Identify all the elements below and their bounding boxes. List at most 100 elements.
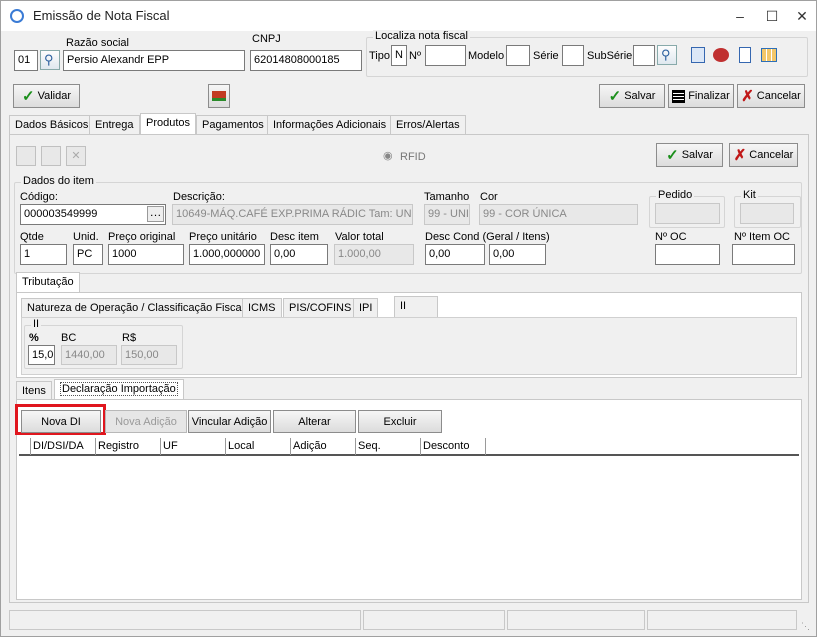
ii-group-label: II — [31, 318, 42, 330]
serie-field[interactable] — [562, 45, 584, 66]
modelo-field[interactable] — [506, 45, 530, 66]
preco-original-field[interactable]: 1000 — [108, 244, 184, 265]
validar-button[interactable]: ✓ Validar — [13, 84, 80, 108]
tributacao-subtabs: Natureza de Operação / Classificação Fis… — [21, 296, 801, 318]
salvar-label: Salvar — [624, 90, 656, 102]
numero-label: Nº — [409, 50, 421, 62]
rfid-label[interactable]: RFID — [400, 151, 426, 163]
col-adicao[interactable]: Adição — [291, 438, 356, 455]
descricao-field: 10649-MÁQ.CAFÉ EXP.PRIMA RÁDIC Tam: UNI — [172, 204, 413, 225]
maximize-icon[interactable]: ☐ — [757, 1, 787, 31]
pct-label: % — [29, 332, 39, 344]
preco-unitario-field[interactable]: 1.000,000000 — [189, 244, 265, 265]
tab-declaracao-importacao-label: Declaração Importação — [60, 382, 178, 396]
qtde-field[interactable]: 1 — [20, 244, 67, 265]
grid-icon[interactable] — [761, 48, 777, 62]
new-item-icon[interactable] — [16, 146, 36, 166]
tab-pagamentos[interactable]: Pagamentos — [196, 115, 270, 134]
title-bar: Emissão de Nota Fiscal – ☐ ✕ — [1, 1, 816, 31]
desc-item-field[interactable]: 0,00 — [270, 244, 328, 265]
col-uf[interactable]: UF — [161, 438, 226, 455]
tipo-field[interactable]: N — [391, 45, 407, 66]
col-registro[interactable]: Registro — [96, 438, 161, 455]
desc-cond-itens-field[interactable]: 0,00 — [489, 244, 546, 265]
status-segment-4 — [647, 610, 797, 630]
qtde-label: Qtde — [20, 231, 44, 243]
col-desconto[interactable]: Desconto — [421, 438, 486, 455]
codigo-lookup-button[interactable]: … — [147, 206, 164, 222]
nova-adicao-button: Nova Adição — [105, 410, 187, 433]
tab-produtos[interactable]: Produtos — [140, 113, 197, 134]
col-di-dsi-da[interactable]: DI/DSI/DA — [31, 438, 96, 455]
tab-declaracao-importacao[interactable]: Declaração Importação — [54, 379, 184, 400]
resize-grip-icon[interactable]: ⋱ — [801, 621, 810, 632]
num-item-oc-label: Nº Item OC — [734, 231, 790, 243]
stamp-icon[interactable] — [713, 48, 729, 62]
item-salvar-button[interactable]: ✓ Salvar — [656, 143, 723, 167]
localiza-search-button[interactable]: ⚲ — [657, 45, 677, 65]
checkmark-icon: ✓ — [21, 88, 35, 105]
subtab-natureza[interactable]: Natureza de Operação / Classificação Fis… — [21, 298, 251, 317]
window-title: Emissão de Nota Fiscal — [33, 8, 170, 23]
cancelar-button[interactable]: ✗ Cancelar — [737, 84, 805, 108]
item-cancelar-button[interactable]: ✗ Cancelar — [729, 143, 798, 167]
di-grid[interactable]: DI/DSI/DA Registro UF Local Adição Seq. … — [19, 438, 799, 596]
dados-item-label: Dados do item — [21, 175, 96, 187]
codigo-field[interactable]: 000003549999 — [20, 204, 166, 225]
valor-total-label: Valor total — [335, 231, 384, 243]
minimize-icon[interactable]: – — [725, 1, 755, 31]
subserie-field[interactable] — [633, 45, 655, 66]
copy-note-icon[interactable] — [691, 47, 705, 63]
pct-field[interactable]: 15,0 — [28, 345, 55, 365]
unid-field[interactable]: PC — [73, 244, 103, 265]
excluir-button[interactable]: Excluir — [358, 410, 442, 433]
delete-item-icon[interactable]: ✕ — [66, 146, 86, 166]
truck-button[interactable] — [208, 84, 230, 108]
tipo-label: Tipo — [369, 50, 390, 62]
subtab-pis-cofins[interactable]: PIS/COFINS — [283, 298, 358, 317]
desc-cond-label: Desc Cond (Geral / Itens) — [425, 231, 550, 243]
search-icon: ⚲ — [44, 52, 54, 67]
status-segment-1 — [9, 610, 361, 630]
num-oc-field[interactable] — [655, 244, 720, 265]
tamanho-field: 99 - UNI — [424, 204, 470, 225]
col-seq[interactable]: Seq. — [356, 438, 421, 455]
edit-item-icon[interactable] — [41, 146, 61, 166]
subtab-icms[interactable]: ICMS — [242, 298, 282, 317]
finalizar-label: Finalizar — [688, 90, 730, 102]
razao-social-field[interactable]: Persio Alexandr EPP — [63, 50, 245, 71]
tab-entrega[interactable]: Entrega — [89, 115, 140, 134]
col-local[interactable]: Local — [226, 438, 291, 455]
company-code-field[interactable]: 01 — [14, 50, 38, 71]
nova-di-button[interactable]: Nova DI — [21, 410, 101, 433]
salvar-button[interactable]: ✓ Salvar — [599, 84, 665, 108]
tab-itens[interactable]: Itens — [16, 381, 52, 400]
rfid-icon[interactable]: ◉ — [383, 149, 395, 163]
subtab-ipi[interactable]: IPI — [353, 298, 379, 317]
descricao-label: Descrição: — [173, 191, 225, 203]
cnpj-field[interactable]: 62014808000185 — [250, 50, 362, 71]
tab-tributacao[interactable]: Tributação — [16, 272, 80, 293]
numero-field[interactable] — [425, 45, 466, 66]
tab-dados-basicos[interactable]: Dados Básicos — [9, 115, 95, 134]
subtab-ii[interactable]: II — [394, 296, 438, 317]
desc-cond-geral-field[interactable]: 0,00 — [425, 244, 485, 265]
kit-label: Kit — [741, 189, 758, 201]
tab-erros-alertas[interactable]: Erros/Alertas — [390, 115, 466, 134]
cancel-x-icon: ✗ — [733, 147, 747, 164]
tab-informacoes-adicionais[interactable]: Informações Adicionais — [267, 115, 393, 134]
checkmark-icon: ✓ — [608, 88, 622, 105]
num-item-oc-field[interactable] — [732, 244, 795, 265]
codigo-label: Código: — [20, 191, 58, 203]
qrcode-icon — [672, 89, 686, 103]
finalizar-button[interactable]: Finalizar — [668, 84, 734, 108]
vincular-adicao-button[interactable]: Vincular Adição — [188, 410, 271, 433]
document-icon[interactable] — [739, 47, 751, 63]
bc-field: 1440,00 — [61, 345, 117, 365]
preco-unitario-label: Preço unitário — [189, 231, 257, 243]
company-search-button[interactable]: ⚲ — [40, 50, 60, 70]
alterar-button[interactable]: Alterar — [273, 410, 356, 433]
close-icon[interactable]: ✕ — [787, 1, 817, 31]
cor-field: 99 - COR ÚNICA — [479, 204, 638, 225]
status-segment-3 — [507, 610, 645, 630]
